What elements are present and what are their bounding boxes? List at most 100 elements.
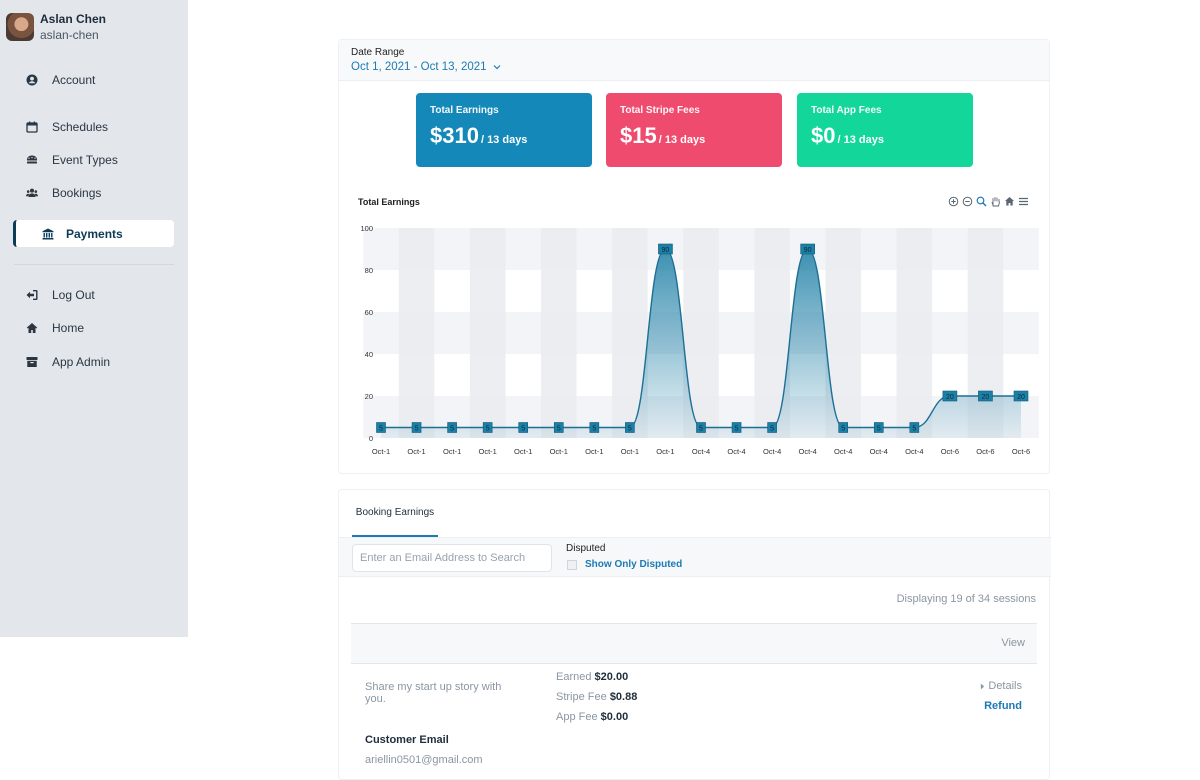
x-tick-label: Oct-1 (478, 447, 496, 456)
x-tick-label: Oct-1 (656, 447, 674, 456)
data-label: 5 (379, 426, 383, 433)
sidebar-item-label: Event Types (52, 153, 118, 167)
customer-email: ariellin0501@gmail.com (365, 754, 483, 766)
earned-value: $20.00 (594, 671, 629, 683)
data-label: 5 (486, 426, 490, 433)
booking-title: Share my start up story with you. (365, 681, 502, 705)
sidebar-divider (14, 264, 174, 265)
profile-handle: aslan-chen (40, 28, 99, 42)
total-stripe-fees-card: Total Stripe Fees $15/ 13 days (606, 93, 782, 167)
date-range-picker[interactable]: Oct 1, 2021 - Oct 13, 2021 (351, 61, 1037, 73)
customer-email-label: Customer Email (365, 734, 449, 746)
zoom-select-icon[interactable] (976, 196, 987, 207)
total-app-fees-card: Total App Fees $0/ 13 days (797, 93, 973, 167)
menu-icon[interactable] (1018, 196, 1029, 207)
sidebar-item-label: Bookings (52, 186, 102, 200)
filter-bar: Disputed Show Only Disputed (339, 537, 1051, 577)
x-tick-label: Oct-1 (407, 447, 425, 456)
data-label: 5 (841, 426, 845, 433)
earnings-chart: 0 20 40 60 80 100 Oct-1 Oct-1 Oct-1 Oct-1 Oct-1 Oct… (360, 224, 1039, 456)
sidebar-item-payments[interactable]: Payments (13, 220, 174, 247)
date-range-header: Date Range Oct 1, 2021 - Oct 13, 2021 (339, 40, 1049, 81)
session-count: Displaying 19 of 34 sessions (896, 593, 1036, 605)
x-tick-label: Oct-4 (905, 447, 923, 456)
data-label: 5 (912, 426, 916, 433)
x-tick-label: Oct-1 (443, 447, 461, 456)
y-tick-label: 20 (365, 392, 373, 401)
y-tick-label: 100 (360, 224, 373, 233)
data-label: 5 (592, 426, 596, 433)
users-icon (26, 188, 38, 197)
sidebar-item-app-admin[interactable]: App Admin (26, 351, 110, 373)
bank-icon (42, 228, 54, 239)
stripe-fee-value: $0.88 (609, 691, 638, 703)
data-label: 20 (946, 394, 954, 401)
pan-hand-icon[interactable] (990, 196, 1001, 207)
sidebar-item-log-out[interactable]: Log Out (26, 284, 95, 306)
grid-column (896, 228, 933, 438)
sidebar-item-account[interactable]: Account (26, 69, 95, 91)
sidebar-item-event-types[interactable]: Event Types (26, 149, 118, 171)
disputed-checkbox[interactable] (567, 559, 577, 570)
sidebar-item-home[interactable]: Home (26, 317, 84, 339)
x-tick-label: Oct-1 (585, 447, 603, 456)
sidebar-item-label: Log Out (52, 288, 95, 302)
view-column-header: View (1001, 637, 1025, 649)
card-amount: $0 (811, 123, 836, 148)
booking-fees: Earned $20.00 Stripe Fee $0.88 App Fee $… (556, 667, 637, 727)
profile-name: Aslan Chen (40, 12, 107, 26)
earnings-panel: Date Range Oct 1, 2021 - Oct 13, 2021 To… (338, 39, 1050, 474)
event-types-icon (27, 155, 37, 164)
data-label: 5 (628, 426, 632, 433)
card-suffix: / 13 days (837, 134, 884, 146)
app-fee-value: $0.00 (600, 711, 629, 723)
y-tick-label: 80 (365, 266, 373, 275)
y-tick-label: 60 (365, 308, 373, 317)
date-range-label: Date Range (351, 47, 405, 58)
booking-earnings-panel: Booking Earnings Disputed Show Only Disp… (338, 489, 1051, 780)
logout-icon (26, 290, 38, 300)
x-tick-label: Oct-4 (763, 447, 781, 456)
data-label: 5 (521, 426, 525, 433)
data-label: 5 (770, 426, 774, 433)
profile[interactable]: Aslan Chen aslan-chen (6, 12, 106, 42)
sidebar-item-label: Account (52, 73, 96, 87)
data-label: 5 (699, 426, 703, 433)
home-icon (26, 323, 38, 333)
user-circle-icon (26, 74, 38, 86)
card-amount: $310 (430, 123, 479, 148)
sidebar-item-label: App Admin (52, 355, 111, 369)
x-tick-label: Oct-6 (941, 447, 959, 456)
disputed-label: Disputed (566, 543, 606, 554)
data-label: 20 (982, 394, 990, 401)
zoom-in-icon[interactable] (948, 196, 959, 207)
chart-toolbar (948, 196, 1029, 207)
card-title: Total Stripe Fees (620, 105, 700, 116)
reset-home-icon[interactable] (1004, 196, 1015, 207)
sidebar-item-schedules[interactable]: Schedules (26, 116, 108, 138)
sidebar-item-bookings[interactable]: Bookings (26, 182, 101, 204)
details-link[interactable]: Details (980, 680, 1022, 692)
grid-column (541, 228, 577, 438)
caret-right-icon (981, 683, 985, 689)
y-tick-label: 0 (369, 434, 373, 443)
data-label: 90 (662, 247, 670, 254)
grid-column (469, 228, 506, 438)
table-header: View (351, 623, 1037, 664)
tab-booking-earnings[interactable]: Booking Earnings (352, 490, 438, 537)
show-only-disputed-toggle[interactable]: Show Only Disputed (567, 559, 682, 570)
date-range-value: Oct 1, 2021 - Oct 13, 2021 (351, 61, 487, 73)
y-tick-label: 40 (365, 350, 373, 359)
x-tick-label: Oct-4 (692, 447, 710, 456)
x-tick-label: Oct-1 (372, 447, 390, 456)
earned-label: Earned (556, 671, 592, 683)
chart-title: Total Earnings (358, 197, 420, 207)
email-search-input[interactable] (352, 544, 552, 572)
x-tick-label: Oct-4 (798, 447, 816, 456)
refund-button[interactable]: Refund (984, 700, 1022, 712)
grid-column (398, 228, 435, 438)
calendar-icon (26, 121, 38, 133)
zoom-out-icon[interactable] (962, 196, 973, 207)
card-suffix: / 13 days (658, 134, 706, 146)
x-tick-label: Oct-4 (727, 447, 745, 456)
